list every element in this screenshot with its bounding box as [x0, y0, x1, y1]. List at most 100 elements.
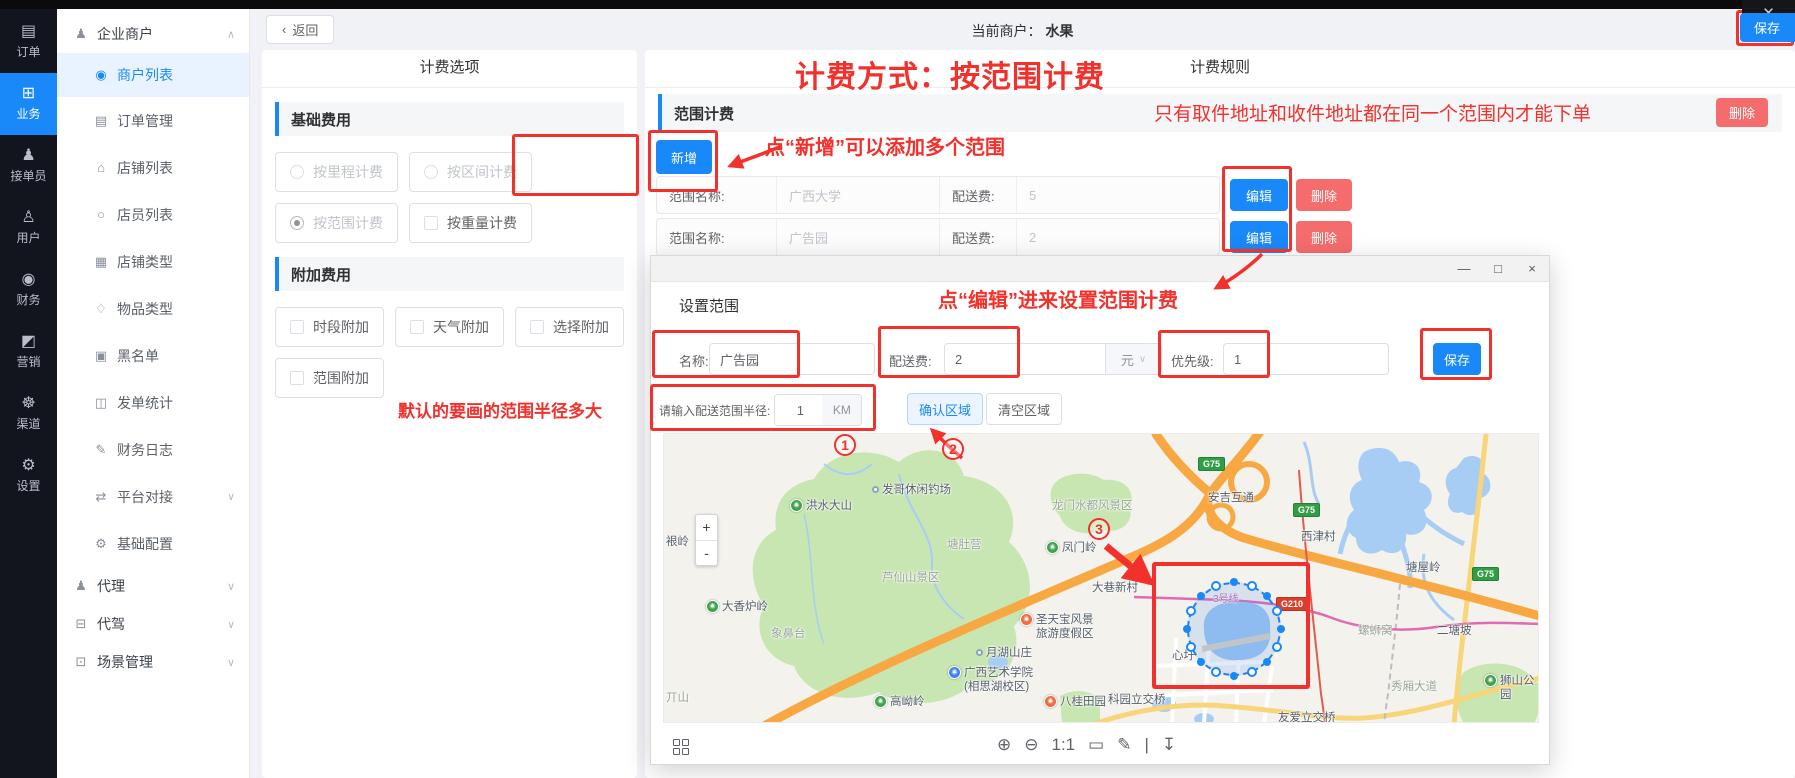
- fee-option[interactable]: 天气附加: [395, 307, 504, 347]
- delete-range-button[interactable]: 删除: [1296, 179, 1352, 211]
- map-label: 西津村: [1301, 531, 1336, 545]
- unit-select[interactable]: 元 ∨: [1105, 344, 1161, 374]
- rail-item[interactable]: ⚙ 设置: [0, 445, 57, 507]
- fee-option[interactable]: 按范围计费: [275, 203, 398, 243]
- sidebar-item[interactable]: ⊟ 代驾 ∨: [57, 605, 249, 643]
- map-tool-icon[interactable]: ▭: [1088, 735, 1104, 755]
- rail-item[interactable]: ☸ 渠道: [0, 383, 57, 445]
- circle-handle[interactable]: [1197, 658, 1205, 666]
- sidebar-item[interactable]: ⇄ 平台对接 ∨: [57, 473, 249, 520]
- fee-option[interactable]: 按里程计费: [275, 152, 398, 192]
- range-fee-input[interactable]: [1029, 188, 1207, 203]
- rail-item[interactable]: ♟ 接单员: [0, 135, 57, 197]
- map-tool-icon[interactable]: ⊕: [997, 735, 1011, 755]
- circle-handle[interactable]: [1186, 606, 1196, 616]
- circle-handle[interactable]: [1186, 642, 1196, 652]
- sidebar-item[interactable]: ○ 店员列表: [57, 191, 249, 238]
- rail-item[interactable]: ⊞ 业务: [0, 73, 57, 135]
- rail-item[interactable]: ◩ 营销: [0, 321, 57, 383]
- name-field[interactable]: [709, 343, 875, 375]
- sidebar-item[interactable]: ▣ 黑名单: [57, 332, 249, 379]
- circle-handle[interactable]: [1247, 581, 1257, 591]
- sidebar-item[interactable]: ◫ 发单统计: [57, 379, 249, 426]
- chevron-icon: ∨: [227, 490, 235, 503]
- save-range-button[interactable]: 保存: [1433, 343, 1481, 375]
- sidebar-item[interactable]: ♢ 物品类型: [57, 285, 249, 332]
- radius-field[interactable]: [774, 394, 826, 426]
- map-tool-icon[interactable]: ⊖: [1024, 735, 1038, 755]
- map-tool-icon[interactable]: ✎: [1117, 735, 1131, 755]
- range-name-input[interactable]: [789, 188, 927, 203]
- edit-range-button[interactable]: 编辑: [1230, 221, 1288, 253]
- close-icon[interactable]: ×: [1515, 256, 1549, 282]
- map-marker-icon: [1484, 674, 1497, 687]
- fee-option[interactable]: 按重量计费: [409, 203, 532, 243]
- name-input[interactable]: [710, 352, 874, 367]
- sidebar-item[interactable]: ⚙ 基础配置: [57, 520, 249, 567]
- delete-range-button[interactable]: 删除: [1296, 221, 1352, 253]
- map-marker-icon: [948, 666, 961, 679]
- map-label: 八桂田园: [1044, 696, 1106, 710]
- circle-handle[interactable]: [1230, 672, 1238, 680]
- range-name-value[interactable]: [777, 177, 939, 213]
- fee-input[interactable]: [945, 352, 1105, 367]
- circle-handle[interactable]: [1277, 625, 1285, 633]
- step-2-badge: 2: [942, 438, 964, 460]
- grid-icon[interactable]: [673, 739, 689, 755]
- sidebar-item[interactable]: ⊡ 场景管理 ∨: [57, 643, 249, 681]
- range-name-input[interactable]: [789, 230, 927, 245]
- range-fee-value[interactable]: [1017, 219, 1219, 255]
- radius-input[interactable]: [775, 403, 825, 418]
- rail-item-label: 业务: [16, 105, 40, 122]
- sidebar-item[interactable]: ▦ 店铺类型: [57, 238, 249, 285]
- sidebar-item[interactable]: ▤ 订单管理: [57, 97, 249, 144]
- sidebar-item[interactable]: ♟ 企业商户 ∧: [57, 15, 249, 53]
- map-label: 大香炉岭: [706, 601, 768, 615]
- add-range-button[interactable]: 新增: [656, 140, 712, 174]
- map-marker-icon: [1020, 613, 1033, 626]
- edit-range-button[interactable]: 编辑: [1230, 179, 1288, 211]
- save-button-top[interactable]: 保存: [1740, 13, 1795, 42]
- map-tool-icon[interactable]: 1:1: [1052, 735, 1076, 755]
- confirm-area-button[interactable]: 确认区域: [907, 393, 983, 425]
- fee-option[interactable]: 按区间计费: [409, 152, 532, 192]
- circle-handle[interactable]: [1230, 578, 1238, 586]
- name-label: 名称:: [679, 351, 709, 370]
- fee-option[interactable]: 范围附加: [275, 358, 384, 398]
- range-fee-input[interactable]: [1029, 230, 1207, 245]
- chevron-icon: ∧: [227, 28, 235, 41]
- circle-handle[interactable]: [1263, 592, 1271, 600]
- chevron-down-icon: ∨: [1139, 354, 1146, 365]
- priority-field[interactable]: [1223, 343, 1389, 375]
- fee-field[interactable]: 元 ∨: [944, 343, 1162, 375]
- rail-item[interactable]: ▤ 订单: [0, 11, 57, 73]
- map-tool-icon[interactable]: |: [1144, 735, 1148, 755]
- rail-item-label: 用户: [16, 229, 40, 246]
- rail-item[interactable]: ♙ 用户: [0, 197, 57, 259]
- map-zoom-in-button[interactable]: +: [696, 515, 717, 541]
- range-name-value[interactable]: [777, 219, 939, 255]
- maximize-icon[interactable]: □: [1481, 256, 1515, 282]
- minimize-icon[interactable]: —: [1447, 256, 1481, 282]
- sidebar-item[interactable]: ✎ 财务日志: [57, 426, 249, 473]
- priority-input[interactable]: [1224, 352, 1388, 367]
- fee-option[interactable]: 时段附加: [275, 307, 384, 347]
- priority-label: 优先级:: [1171, 351, 1214, 370]
- range-fee-value[interactable]: [1017, 177, 1219, 213]
- sidebar-item-icon: ⚙: [93, 536, 109, 552]
- rail-item[interactable]: ◉ 财务: [0, 259, 57, 321]
- circle-handle[interactable]: [1183, 625, 1191, 633]
- sidebar-item[interactable]: ◉ 商户列表: [57, 53, 249, 97]
- sidebar-item[interactable]: ♟ 代理 ∨: [57, 567, 249, 605]
- base-fee-title: 基础费用: [291, 109, 351, 130]
- map-zoom-out-button[interactable]: -: [696, 541, 717, 566]
- map-canvas[interactable]: + - 发哥休闲钓场 洪水大山 裉岭: [663, 433, 1539, 723]
- circle-handle[interactable]: [1197, 592, 1205, 600]
- fee-option[interactable]: 选择附加: [515, 307, 624, 347]
- circle-handle[interactable]: [1211, 581, 1221, 591]
- clear-area-button[interactable]: 清空区域: [986, 393, 1062, 425]
- map-tool-icon[interactable]: ↧: [1162, 735, 1176, 755]
- delete-range-billing-button[interactable]: 删除: [1716, 98, 1768, 127]
- sidebar-item[interactable]: ⌂ 店铺列表: [57, 144, 249, 191]
- sidebar-item-icon: ◉: [93, 67, 109, 83]
